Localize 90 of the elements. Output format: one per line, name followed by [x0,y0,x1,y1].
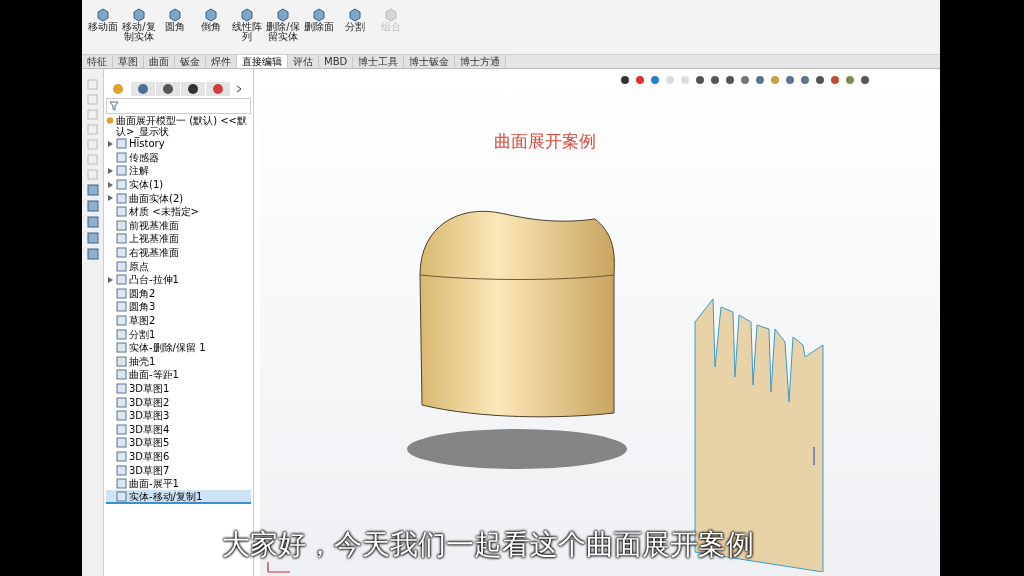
feature-icon [116,450,127,462]
tree-item[interactable]: 3D草图1 [106,381,251,396]
tree-item[interactable]: 3D草图2 [106,395,251,409]
feature-icon [116,396,127,408]
feature-icon [116,274,127,286]
tree-item[interactable]: 3D草图6 [106,449,251,464]
feature-icon [116,192,127,204]
feature-icon [116,260,127,272]
feature-icon [116,219,127,231]
tree-item[interactable]: 曲面实体(2) [106,191,251,205]
tree-item[interactable]: 实体-删除/保留 1 [106,340,251,355]
ribbon-tab[interactable]: 钣金 [175,55,206,68]
expand-arrow-icon[interactable] [107,168,113,174]
filter-icon [109,101,119,111]
tree-root-label[interactable]: 曲面展开模型一 (默认) <<默认>_显示状 [116,115,251,137]
toolbar-button[interactable]: 移动面 [86,8,120,32]
tree-item[interactable]: 曲面-展平1 [106,476,251,491]
ribbon-tab[interactable]: 直接编辑 [237,55,288,68]
ribbon-tab[interactable]: 评估 [288,55,319,68]
toolbar-button[interactable]: 倒角 [194,8,228,32]
feature-icon [116,138,127,150]
toolbar-button[interactable]: 移动/复制实体 [122,8,156,42]
tool-icon[interactable] [86,200,99,212]
feature-icon [116,315,127,326]
feature-icon [116,151,127,163]
part-icon [106,115,115,126]
tree-item[interactable]: 原点 [106,259,251,273]
chevron-right-icon[interactable] [235,85,243,93]
feature-icon [116,328,127,340]
feature-icon [116,287,127,299]
feature-icon [116,206,127,218]
tree-item[interactable]: 3D草图4 [106,422,251,437]
tree-item[interactable]: 3D草图7 [106,463,251,477]
tree-item[interactable]: History [106,137,251,151]
ribbon-tab[interactable]: 草图 [113,55,144,68]
tree-item[interactable]: 圆角2 [106,286,251,301]
feature-icon [116,179,127,191]
panel-tab-icon[interactable] [181,82,205,96]
toolbar-button[interactable]: 删除/保留实体 [266,8,300,42]
video-subtitle: 大家好，今天我们一起看这个曲面展开案例 [222,527,754,563]
ribbon-tab[interactable]: 博士钣金 [404,55,456,68]
feature-icon [116,233,127,245]
tree-item[interactable]: 实体(1) [106,177,251,192]
ribbon-tab[interactable]: 曲面 [144,55,175,68]
toolbar-button[interactable]: 删除面 [302,8,336,32]
tree-item[interactable]: 曲面-等距1 [106,368,251,382]
tree-item[interactable]: 实体-移动/复制1 [106,490,251,505]
ribbon-tab[interactable]: 特征 [82,55,113,68]
feature-icon [116,247,127,259]
feature-icon [116,437,127,449]
toolbar-button[interactable]: 分割 [338,8,372,32]
expand-arrow-icon[interactable] [107,140,113,147]
tool-icon[interactable] [86,232,99,244]
feature-icon [116,355,127,367]
toolbar-button[interactable]: 线性阵列 [230,8,264,42]
tree-item[interactable]: 抽壳1 [106,354,251,369]
feature-icon [116,478,127,490]
tree-item[interactable]: 分割1 [106,327,251,341]
panel-tab-icon[interactable] [156,82,180,96]
feature-icon [116,383,127,394]
tree-item[interactable]: 圆角3 [106,300,251,314]
tree-item[interactable]: 上视基准面 [106,232,251,246]
feature-icon [116,342,127,354]
feature-icon [116,464,127,476]
feature-icon [116,423,127,435]
expand-arrow-icon[interactable] [107,276,113,283]
feature-icon [116,165,127,177]
ribbon-tab[interactable]: MBD [319,55,354,68]
feature-icon [116,369,127,381]
tree-item[interactable]: 材质 <未指定> [106,204,251,219]
tree-item[interactable]: 右视基准面 [106,245,251,260]
tree-item[interactable]: 传感器 [106,150,251,165]
ribbon-tab[interactable]: 焊件 [206,55,237,68]
tree-item[interactable]: 3D草图3 [106,408,251,423]
viewport-title: 曲面展开案例 [494,130,596,153]
filter-field[interactable] [106,98,251,114]
toolbar-button[interactable]: 圆角 [158,8,192,32]
ribbon-tab[interactable]: 博士工具 [353,55,405,68]
tool-icon[interactable] [86,184,99,196]
feature-icon [116,301,127,313]
feature-icon [116,490,127,502]
tree-item[interactable]: 草图2 [106,313,251,328]
tool-icon[interactable] [86,248,99,260]
tree-item[interactable]: 前视基准面 [106,218,251,233]
tree-item[interactable]: 3D草图5 [106,436,251,450]
ribbon-tab[interactable]: 博士方通 [455,55,507,68]
tree-item[interactable]: 注解 [106,164,251,178]
feature-icon [116,410,127,422]
tree-item[interactable]: 凸台-拉伸1 [106,272,251,287]
tool-icon[interactable] [86,216,99,228]
